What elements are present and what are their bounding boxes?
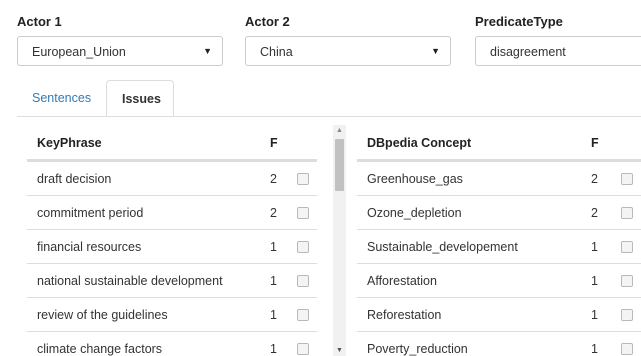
frequency-cell: 1 xyxy=(591,274,598,288)
tab-sentences[interactable]: Sentences xyxy=(17,80,107,117)
header-dbpedia-concept: DBpedia Concept xyxy=(367,136,472,150)
table-row: Poverty_reduction 1 xyxy=(357,331,641,356)
row-checkbox[interactable] xyxy=(297,241,309,253)
row-checkbox[interactable] xyxy=(297,309,309,321)
caret-down-icon: ▼ xyxy=(431,46,440,56)
keyphrase-cell: financial resources xyxy=(37,240,142,254)
header-frequency: F xyxy=(270,136,278,150)
frequency-cell: 1 xyxy=(591,308,598,322)
row-checkbox[interactable] xyxy=(621,207,633,219)
row-checkbox[interactable] xyxy=(297,343,309,355)
actor2-value: China xyxy=(260,45,293,59)
table-row: Reforestation 1 xyxy=(357,297,641,331)
frequency-cell: 2 xyxy=(270,206,277,220)
keyphrase-cell: review of the guidelines xyxy=(37,308,168,322)
table-row: review of the guidelines 1 xyxy=(27,297,317,331)
actor2-select[interactable]: China ▼ xyxy=(245,36,451,66)
caret-down-icon: ▼ xyxy=(203,46,212,56)
actor1-value: European_Union xyxy=(32,45,126,59)
concept-cell: Ozone_depletion xyxy=(367,206,462,220)
table-row: Ozone_depletion 2 xyxy=(357,195,641,229)
row-checkbox[interactable] xyxy=(621,241,633,253)
row-checkbox[interactable] xyxy=(621,309,633,321)
frequency-cell: 1 xyxy=(270,274,277,288)
table-row: climate change factors 1 xyxy=(27,331,317,356)
arrow-down-icon[interactable]: ▼ xyxy=(336,347,343,354)
keyphrase-cell: commitment period xyxy=(37,206,144,220)
scrollbar-thumb[interactable] xyxy=(335,139,344,191)
header-frequency: F xyxy=(591,136,599,150)
predicate-type-value: disagreement xyxy=(490,45,566,59)
table-row: draft decision 2 xyxy=(27,161,317,195)
table-row: Sustainable_developement 1 xyxy=(357,229,641,263)
keyphrase-cell: national sustainable development xyxy=(37,274,223,288)
frequency-cell: 2 xyxy=(591,206,598,220)
tab-divider xyxy=(17,116,641,117)
concept-cell: Reforestation xyxy=(367,308,442,322)
frequency-cell: 2 xyxy=(270,172,277,186)
frequency-cell: 2 xyxy=(591,172,598,186)
vertical-scrollbar[interactable]: ▲ ▼ xyxy=(333,125,346,356)
row-checkbox[interactable] xyxy=(297,275,309,287)
frequency-cell: 1 xyxy=(270,308,277,322)
frequency-cell: 1 xyxy=(270,240,277,254)
row-checkbox[interactable] xyxy=(297,173,309,185)
row-checkbox[interactable] xyxy=(621,173,633,185)
frequency-cell: 1 xyxy=(591,342,598,356)
table-row: national sustainable development 1 xyxy=(27,263,317,297)
predicate-type-label: PredicateType xyxy=(475,14,563,29)
arrow-up-icon[interactable]: ▲ xyxy=(336,127,343,134)
concept-cell: Poverty_reduction xyxy=(367,342,468,356)
concept-cell: Sustainable_developement xyxy=(367,240,518,254)
actor1-label: Actor 1 xyxy=(17,14,62,29)
concept-cell: Greenhouse_gas xyxy=(367,172,463,186)
actor1-select[interactable]: European_Union ▼ xyxy=(17,36,223,66)
concept-cell: Afforestation xyxy=(367,274,437,288)
keyphrase-cell: draft decision xyxy=(37,172,112,186)
frequency-cell: 1 xyxy=(270,342,277,356)
table-row: financial resources 1 xyxy=(27,229,317,263)
table-header: DBpedia Concept F xyxy=(357,130,641,161)
actor2-label: Actor 2 xyxy=(245,14,290,29)
table-row: Afforestation 1 xyxy=(357,263,641,297)
keyphrase-cell: climate change factors xyxy=(37,342,163,356)
table-row: Greenhouse_gas 2 xyxy=(357,161,641,195)
frequency-cell: 1 xyxy=(591,240,598,254)
tab-issues[interactable]: Issues xyxy=(106,80,174,117)
header-keyphrase: KeyPhrase xyxy=(37,136,102,150)
row-checkbox[interactable] xyxy=(297,207,309,219)
table-header: KeyPhrase F xyxy=(27,130,317,161)
predicate-type-select[interactable]: disagreement xyxy=(475,36,641,66)
row-checkbox[interactable] xyxy=(621,343,633,355)
table-row: commitment period 2 xyxy=(27,195,317,229)
row-checkbox[interactable] xyxy=(621,275,633,287)
